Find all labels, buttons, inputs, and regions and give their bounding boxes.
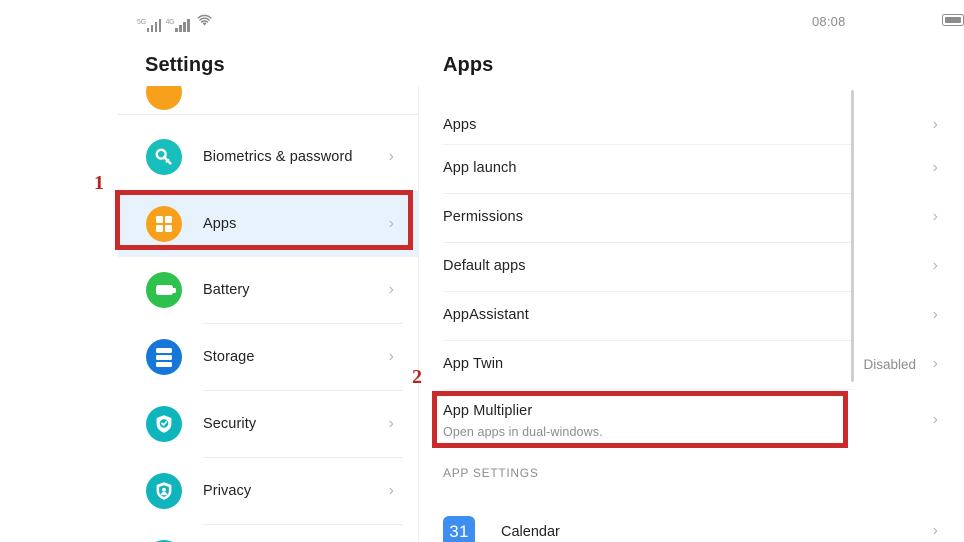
chevron-right-icon: › xyxy=(388,348,394,365)
signal-bars-icon xyxy=(146,19,162,32)
status-bar-right-icons xyxy=(942,14,964,26)
chevron-right-icon: › xyxy=(932,208,938,225)
battery-icon xyxy=(942,14,964,26)
chevron-right-icon: › xyxy=(932,306,938,323)
sidebar-item-label: Apps xyxy=(203,216,237,232)
content-row-label: App Twin xyxy=(443,356,504,372)
sidebar-item-label: Security xyxy=(203,416,257,432)
key-icon xyxy=(146,139,182,175)
chevron-right-icon: › xyxy=(388,482,394,499)
sidebar-item-label: Storage xyxy=(203,349,255,365)
apps-page-title: Apps xyxy=(443,54,494,76)
section-header-app-settings: APP SETTINGS xyxy=(443,466,539,480)
content-row-permissions[interactable]: Permissions › xyxy=(419,194,964,242)
storage-icon xyxy=(146,339,182,375)
apps-content-panel[interactable]: Apps › App launch › Permissions › Defaul… xyxy=(419,86,964,542)
signal-bars-icon xyxy=(175,19,190,32)
chevron-right-icon: › xyxy=(388,415,394,432)
sidebar-item-storage[interactable]: Storage › xyxy=(118,324,418,390)
chevron-right-icon: › xyxy=(388,281,394,298)
content-row-app-twin[interactable]: App Twin Disabled › xyxy=(419,341,964,389)
calendar-icon: 31 xyxy=(443,516,475,542)
content-scrollbar[interactable] xyxy=(851,90,854,382)
content-row-subtitle: Open apps in dual-windows. xyxy=(443,425,603,439)
status-bar: 5G 4G 08:08 xyxy=(0,0,964,44)
content-row-appassistant[interactable]: AppAssistant › xyxy=(419,292,964,340)
content-row-value: Disabled xyxy=(863,357,916,372)
annotation-number-step-1: 1 xyxy=(94,172,104,194)
content-row-apps[interactable]: Apps › xyxy=(419,102,964,150)
sidebar-item-label: Biometrics & password xyxy=(203,149,353,165)
network-type-label: 4G xyxy=(165,19,175,26)
shield-check-icon xyxy=(146,406,182,442)
chevron-right-icon: › xyxy=(932,411,938,428)
chevron-right-icon: › xyxy=(388,215,394,232)
apps-grid-icon xyxy=(146,206,182,242)
annotation-number-step-2: 2 xyxy=(412,366,422,388)
content-row-label: App launch xyxy=(443,160,517,176)
content-row-label: Default apps xyxy=(443,258,526,274)
signal-indicator-5g: 5G xyxy=(137,19,162,32)
content-row-label: App Multiplier xyxy=(443,403,533,419)
app-settings-item-label: Calendar xyxy=(501,524,560,540)
content-row-app-multiplier[interactable]: App Multiplier Open apps in dual-windows… xyxy=(419,390,964,452)
sidebar-item-security[interactable]: Security › xyxy=(118,391,418,457)
chevron-right-icon: › xyxy=(932,257,938,274)
sidebar-item-label: Privacy xyxy=(203,483,252,499)
settings-page-title: Settings xyxy=(145,54,225,76)
signal-indicator-4g: 4G xyxy=(165,19,190,32)
settings-sidebar[interactable]: Biometrics & password › Apps › Battery › xyxy=(118,86,418,542)
sidebar-item-biometrics-password[interactable]: Biometrics & password › xyxy=(118,124,418,190)
status-bar-left-icons: 5G 4G xyxy=(137,14,212,32)
chevron-right-icon: › xyxy=(932,116,938,133)
privacy-shield-icon xyxy=(146,473,182,509)
content-row-label: AppAssistant xyxy=(443,307,529,323)
partial-cutoff-icon xyxy=(146,86,182,110)
content-row-label: Permissions xyxy=(443,209,524,225)
status-clock: 08:08 xyxy=(812,14,846,29)
chevron-right-icon: › xyxy=(388,148,394,165)
sidebar-item-privacy[interactable]: Privacy › xyxy=(118,458,418,524)
chevron-right-icon: › xyxy=(932,522,938,539)
divider xyxy=(118,114,418,115)
content-row-default-apps[interactable]: Default apps › xyxy=(419,243,964,291)
phone-settings-screen: 5G 4G 08:08 Settings Apps Biometrics & p… xyxy=(0,0,964,542)
content-row-app-launch[interactable]: App launch › xyxy=(419,145,964,193)
chevron-right-icon: › xyxy=(932,355,938,372)
battery-icon xyxy=(146,272,182,308)
sidebar-item-battery[interactable]: Battery › xyxy=(118,257,418,323)
sidebar-item-apps[interactable]: Apps › xyxy=(118,191,418,257)
network-type-label: 5G xyxy=(137,19,146,26)
chevron-right-icon: › xyxy=(932,159,938,176)
sidebar-item-partial-cutoff[interactable] xyxy=(118,525,418,542)
sidebar-item-label: Battery xyxy=(203,282,250,298)
wifi-icon xyxy=(197,14,212,32)
content-row-label: Apps xyxy=(443,117,477,133)
